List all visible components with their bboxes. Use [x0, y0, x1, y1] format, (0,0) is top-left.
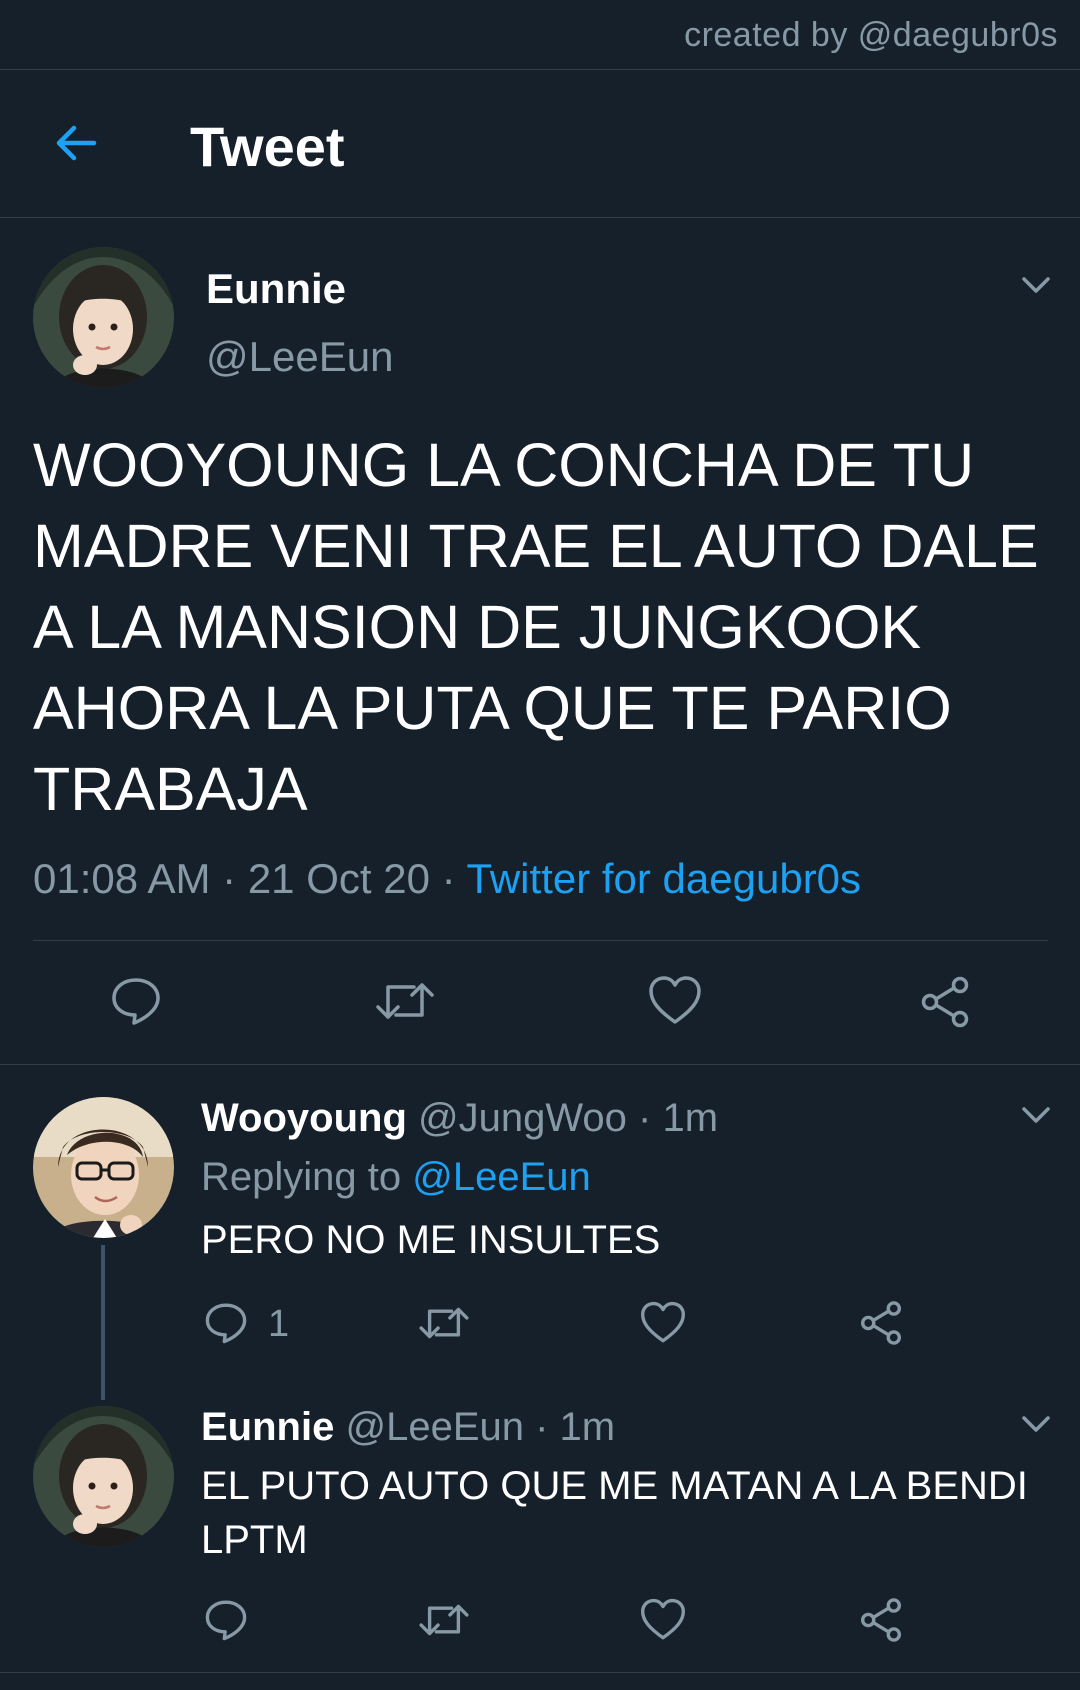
reply-count: 1: [268, 1303, 290, 1345]
chevron-down-icon[interactable]: [1019, 268, 1053, 302]
comment-icon: [205, 1303, 247, 1344]
like-button[interactable]: [640, 1301, 686, 1345]
retweet-icon: [376, 983, 434, 1019]
chevron-down-icon[interactable]: [1019, 1098, 1053, 1132]
reply-author-name[interactable]: Eunnie: [201, 1405, 334, 1449]
replying-to-handle[interactable]: @LeeEun: [412, 1155, 591, 1199]
reply-button[interactable]: [204, 1301, 248, 1345]
credit-text: created by @daegubr0s: [684, 16, 1058, 54]
reply-text: PERO NO ME INSULTES: [201, 1218, 661, 1262]
arrow-left-icon[interactable]: [50, 118, 100, 168]
credit-bar: created by @daegubr0s: [0, 0, 1080, 70]
replying-to-label: Replying to: [201, 1155, 402, 1199]
author-name[interactable]: Eunnie: [206, 265, 346, 313]
reply-time: · 1m: [638, 1096, 719, 1140]
reply-header: Wooyoung @JungWoo · 1m: [201, 1096, 718, 1141]
heart-icon: [641, 1301, 686, 1343]
divider: [0, 1672, 1080, 1673]
reply-author-name[interactable]: Wooyoung: [201, 1096, 407, 1140]
share-icon: [921, 976, 969, 1028]
heart-icon: [649, 976, 701, 1024]
heart-icon: [641, 1598, 686, 1640]
reply-button[interactable]: [110, 975, 162, 1027]
retweet-button[interactable]: [419, 1598, 469, 1642]
divider: [0, 1064, 1080, 1065]
tweet-source-link[interactable]: Twitter for daegubr0s: [467, 855, 862, 902]
comment-icon: [112, 978, 160, 1025]
retweet-button[interactable]: [419, 1301, 469, 1345]
thread-connector: [101, 1245, 105, 1400]
replying-to: Replying to @LeeEun: [201, 1155, 591, 1200]
meta-separator: ·: [441, 855, 456, 902]
author-handle[interactable]: @LeeEun: [206, 333, 393, 381]
meta-separator: ·: [222, 855, 237, 902]
avatar[interactable]: [33, 1406, 174, 1547]
share-button[interactable]: [918, 975, 972, 1029]
reply-time: · 1m: [535, 1405, 616, 1449]
retweet-button[interactable]: [376, 975, 434, 1027]
reply-author-handle[interactable]: @JungWoo: [418, 1096, 627, 1140]
like-button[interactable]: [648, 975, 702, 1027]
page-title: Tweet: [190, 115, 345, 178]
chevron-down-icon[interactable]: [1019, 1407, 1053, 1441]
avatar[interactable]: [33, 247, 174, 388]
tweet-text: WOOYOUNG LA CONCHA DE TU MADRE VENI TRAE…: [33, 431, 1039, 823]
reply-author-handle[interactable]: @LeeEun: [345, 1405, 524, 1449]
like-button[interactable]: [640, 1598, 686, 1642]
retweet-icon: [419, 1604, 469, 1636]
tweet-time: 01:08 AM: [33, 855, 211, 902]
reply-text: EL PUTO AUTO QUE ME MATAN A LA BENDI LPT…: [201, 1464, 1028, 1562]
share-button[interactable]: [858, 1300, 904, 1346]
comment-icon: [205, 1600, 247, 1641]
tweet-meta: 01:08 AM · 21 Oct 20 · Twitter for daegu…: [33, 855, 861, 903]
top-app-bar: Tweet: [0, 70, 1080, 218]
avatar[interactable]: [33, 1097, 174, 1238]
divider: [33, 940, 1048, 941]
reply-button[interactable]: [204, 1598, 248, 1642]
share-icon: [860, 1598, 902, 1642]
share-icon: [860, 1301, 902, 1345]
retweet-icon: [419, 1307, 469, 1339]
reply-header: Eunnie @LeeEun · 1m: [201, 1405, 615, 1450]
tweet-date: 21 Oct 20: [247, 855, 430, 902]
share-button[interactable]: [858, 1597, 904, 1643]
